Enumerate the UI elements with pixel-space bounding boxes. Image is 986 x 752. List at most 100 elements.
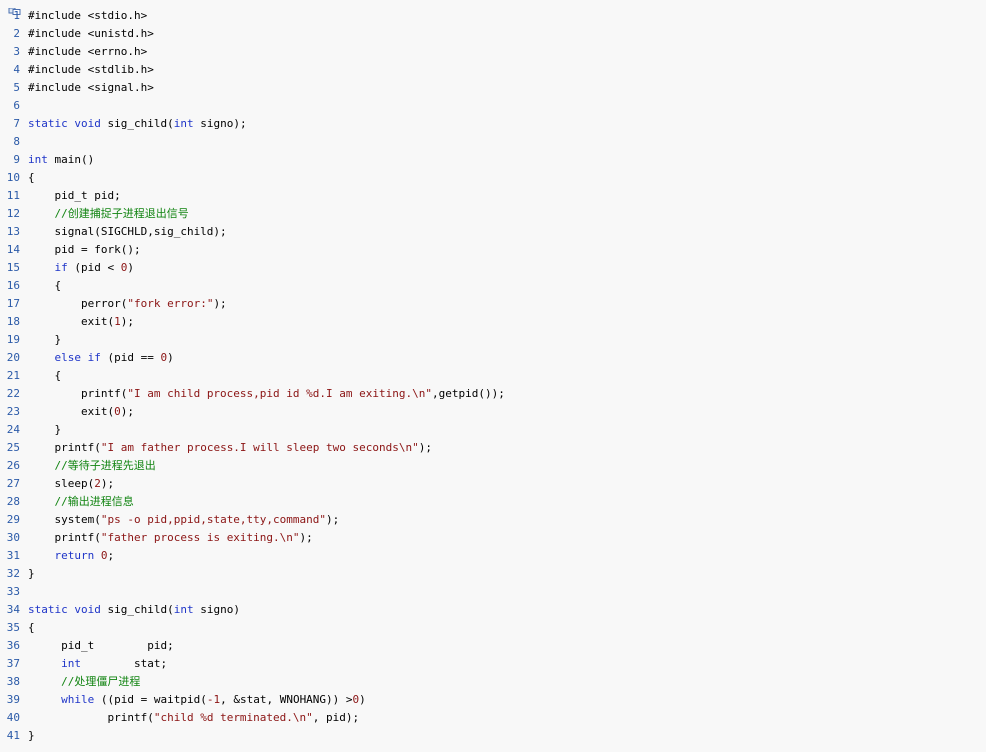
code-line: 41} <box>0 727 986 745</box>
code-line: 29 system("ps -o pid,ppid,state,tty,comm… <box>0 511 986 529</box>
code-text: perror("fork error:"); <box>28 295 227 313</box>
code-text: } <box>28 331 61 349</box>
code-text: else if (pid == 0) <box>28 349 174 367</box>
code-text: { <box>28 367 61 385</box>
line-number: 7 <box>13 117 20 130</box>
code-token-kw: return <box>54 549 95 562</box>
code-text: exit(1); <box>28 313 134 331</box>
code-token-plain: exit( <box>28 315 115 328</box>
code-line: 34 static void sig_child(int signo) <box>0 601 986 619</box>
code-viewer: 1 #include <stdio.h> 2 #include <unistd.h> 3… <box>0 0 986 752</box>
code-token-kw: static <box>28 117 68 130</box>
code-token-plain: , pid); <box>312 711 360 724</box>
line-number: 34 <box>6 603 20 616</box>
code-token-plain: stat; <box>81 657 168 670</box>
line-number: 32 <box>6 567 20 580</box>
code-line: 10 { <box>0 169 986 187</box>
code-line: 4 #include <stdlib.h> <box>0 61 986 79</box>
code-block: 1 #include <stdio.h> 2 #include <unistd.h> 3… <box>0 7 986 745</box>
code-text: { <box>28 277 61 295</box>
code-token-kw: if <box>54 261 68 274</box>
code-token-num: -1 <box>206 693 221 706</box>
code-token-plain: signal(SIGCHLD,sig_child); <box>28 225 227 238</box>
line-number: 30 <box>6 531 20 544</box>
line-number: 15 <box>6 261 20 274</box>
line-number: 36 <box>6 639 20 652</box>
code-text: int stat; <box>28 655 167 673</box>
code-line: 39 while ((pid = waitpid(-1, &stat, WNOH… <box>0 691 986 709</box>
code-text: //等待子进程先退出 <box>28 457 156 475</box>
line-number: 24 <box>6 423 20 436</box>
code-line: 1 #include <stdio.h> <box>0 7 986 25</box>
code-token-num: 0 <box>100 549 108 562</box>
line-number: 3 <box>13 45 20 58</box>
code-token-str: "ps -o pid,ppid,state,tty,command" <box>100 513 327 526</box>
code-text: system("ps -o pid,ppid,state,tty,command… <box>28 511 339 529</box>
line-number: 41 <box>6 729 20 742</box>
code-line: 11 pid_t pid; <box>0 187 986 205</box>
code-text: printf("child %d terminated.\n", pid); <box>28 709 359 727</box>
code-line: 32} <box>0 565 986 583</box>
line-number: 2 <box>13 27 20 40</box>
code-text: //输出进程信息 <box>28 493 134 511</box>
code-token-plain: perror( <box>28 297 128 310</box>
line-number: 1 <box>13 9 20 22</box>
code-token-plain: { <box>28 171 35 184</box>
code-token-plain: #include <signal.h> <box>28 81 154 94</box>
code-token-plain: pid = fork(); <box>28 243 141 256</box>
copy-to-clipboard-icon[interactable] <box>8 0 24 15</box>
code-line: 28 //输出进程信息 <box>0 493 986 511</box>
code-token-cmt: //处理僵尸进程 <box>61 675 141 688</box>
code-text: printf("I am child process,pid id %d.I a… <box>28 385 505 403</box>
code-text: } <box>28 565 35 583</box>
code-text: #include <stdio.h> <box>28 7 147 25</box>
code-token-kw: while <box>61 693 95 706</box>
code-line: 6 <box>0 97 986 115</box>
code-text: printf("father process is exiting.\n"); <box>28 529 312 547</box>
code-token-plain: , &stat, WNOHANG)) > <box>220 693 353 706</box>
code-token-kw: void <box>74 603 101 616</box>
code-token-plain: ); <box>120 315 134 328</box>
code-line: 25 printf("I am father process.I will sl… <box>0 439 986 457</box>
code-text: #include <signal.h> <box>28 79 154 97</box>
code-token-kw: void <box>74 117 101 130</box>
code-line: 12 //创建捕捉子进程退出信号 <box>0 205 986 223</box>
code-token-plain: sig_child( <box>100 603 174 616</box>
code-token-plain: ) <box>167 351 174 364</box>
code-text: pid_t pid; <box>28 637 174 655</box>
code-token-plain: ((pid = waitpid( <box>94 693 207 706</box>
code-token-plain: ) <box>359 693 366 706</box>
code-line: 21 { <box>0 367 986 385</box>
code-token-str: "child %d terminated.\n" <box>153 711 313 724</box>
code-text: { <box>28 169 35 187</box>
code-token-plain: pid_t pid; <box>28 189 121 202</box>
code-token-plain: system( <box>28 513 101 526</box>
line-number: 37 <box>6 657 20 670</box>
code-text: pid = fork(); <box>28 241 141 259</box>
line-number: 21 <box>6 369 20 382</box>
code-token-plain: { <box>28 621 35 634</box>
code-text: exit(0); <box>28 403 134 421</box>
code-token-plain: signo) <box>193 603 240 616</box>
code-token-plain: ,getpid()); <box>431 387 505 400</box>
code-line: 15 if (pid < 0) <box>0 259 986 277</box>
code-token-cmt: //创建捕捉子进程退出信号 <box>54 207 189 220</box>
code-line: 36 pid_t pid; <box>0 637 986 655</box>
code-line: 27 sleep(2); <box>0 475 986 493</box>
code-line: 3 #include <errno.h> <box>0 43 986 61</box>
code-text: } <box>28 727 35 745</box>
line-number: 40 <box>6 711 20 724</box>
code-token-kw: int <box>61 657 81 670</box>
code-token-plain: #include <unistd.h> <box>28 27 154 40</box>
code-line: 5 #include <signal.h> <box>0 79 986 97</box>
code-line: 19 } <box>0 331 986 349</box>
code-token-plain: } <box>28 423 62 436</box>
code-token-kw: if <box>87 351 101 364</box>
code-token-plain: ; <box>107 549 115 562</box>
code-token-plain: printf( <box>28 531 101 544</box>
